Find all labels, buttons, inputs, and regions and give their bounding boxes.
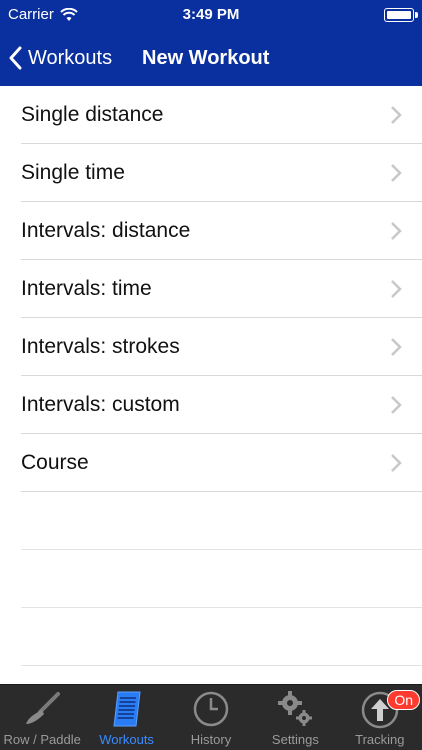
list-item-intervals-time[interactable]: Intervals: time bbox=[0, 260, 422, 318]
gears-icon bbox=[278, 691, 313, 726]
page-title: New Workout bbox=[142, 46, 270, 69]
tab-tracking[interactable]: On Tracking bbox=[338, 685, 422, 750]
empty-row bbox=[0, 492, 422, 550]
tab-label: History bbox=[190, 732, 232, 747]
paddle-icon bbox=[26, 692, 61, 724]
list-item-single-time[interactable]: Single time bbox=[0, 144, 422, 202]
tab-bar: Row / Paddle Workouts History Settings O… bbox=[0, 684, 422, 750]
tab-row-paddle[interactable]: Row / Paddle bbox=[0, 685, 84, 750]
clock-icon bbox=[193, 691, 229, 727]
list-item-single-distance[interactable]: Single distance bbox=[0, 86, 422, 144]
tab-label: Row / Paddle bbox=[3, 732, 81, 747]
tab-label: Settings bbox=[271, 732, 319, 747]
workouts-list-icon bbox=[113, 691, 141, 727]
chevron-right-icon bbox=[391, 164, 402, 182]
tab-history[interactable]: History bbox=[169, 685, 253, 750]
list-item-label: Intervals: strokes bbox=[21, 335, 180, 358]
empty-row bbox=[0, 608, 422, 666]
list-item-label: Single distance bbox=[21, 103, 164, 126]
list-item-intervals-strokes[interactable]: Intervals: strokes bbox=[0, 318, 422, 376]
workout-type-list: Single distance Single time Intervals: d… bbox=[0, 86, 422, 684]
status-time: 3:49 PM bbox=[182, 6, 240, 23]
list-item-label: Intervals: custom bbox=[21, 393, 180, 416]
back-button-label: Workouts bbox=[28, 46, 113, 69]
chevron-right-icon bbox=[391, 106, 402, 124]
navigation-bar: Workouts New Workout bbox=[0, 30, 422, 86]
tracking-status-badge: On bbox=[387, 690, 421, 710]
list-item-intervals-distance[interactable]: Intervals: distance bbox=[0, 202, 422, 260]
chevron-right-icon bbox=[391, 222, 402, 240]
status-bar: Carrier 3:49 PM bbox=[0, 0, 422, 30]
list-item-label: Intervals: time bbox=[21, 277, 152, 300]
battery-icon bbox=[384, 8, 418, 22]
tab-settings[interactable]: Settings bbox=[253, 685, 337, 750]
chevron-left-icon bbox=[9, 46, 22, 70]
chevron-right-icon bbox=[391, 454, 402, 472]
list-item-label: Single time bbox=[21, 161, 125, 184]
list-item-course[interactable]: Course bbox=[0, 434, 422, 492]
list-item-label: Course bbox=[21, 451, 89, 474]
chevron-right-icon bbox=[391, 280, 402, 298]
chevron-right-icon bbox=[391, 396, 402, 414]
chevron-right-icon bbox=[391, 338, 402, 356]
tab-label: Tracking bbox=[355, 732, 405, 747]
back-button[interactable]: Workouts bbox=[8, 30, 112, 86]
tab-workouts[interactable]: Workouts bbox=[84, 685, 168, 750]
empty-row bbox=[0, 550, 422, 608]
list-item-intervals-custom[interactable]: Intervals: custom bbox=[0, 376, 422, 434]
tab-label: Workouts bbox=[99, 732, 154, 747]
list-item-label: Intervals: distance bbox=[21, 219, 191, 242]
